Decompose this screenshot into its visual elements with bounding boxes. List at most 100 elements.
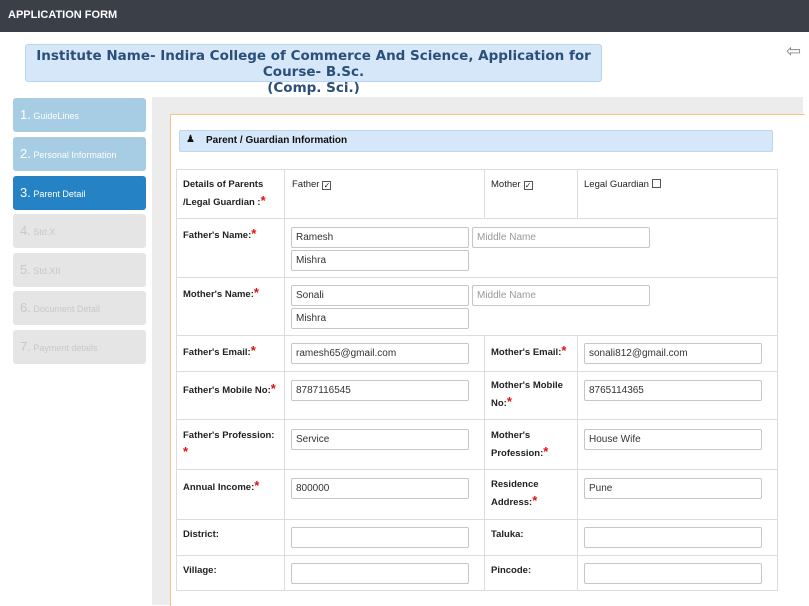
mother-profession-label-line-2: Profession: bbox=[491, 448, 544, 459]
father-name-label-text: Father's Name: bbox=[183, 230, 252, 241]
details-label-line-2: /Legal Guardian : bbox=[183, 197, 261, 208]
checkbox-checked-icon[interactable]: ✓ bbox=[523, 181, 533, 190]
required-mark: * bbox=[532, 493, 538, 508]
step-label: Std.XII bbox=[33, 266, 61, 276]
father-name-label: Father's Name:* bbox=[183, 226, 256, 244]
row-divider bbox=[176, 371, 778, 372]
required-mark: * bbox=[253, 285, 259, 300]
taluka-label: Taluka: bbox=[491, 529, 524, 540]
step-std-xii[interactable]: 5. Std.XII bbox=[13, 253, 146, 287]
row-divider bbox=[176, 519, 778, 520]
mother-mobile-input[interactable]: 8765114365 bbox=[584, 380, 762, 401]
district-label: District: bbox=[183, 529, 219, 540]
required-mark: * bbox=[260, 193, 266, 208]
father-checkbox[interactable]: Father ✓ bbox=[292, 179, 332, 190]
father-checkbox-label: Father bbox=[292, 179, 320, 190]
step-number: 6. bbox=[20, 300, 31, 315]
mother-first-name-input[interactable]: Sonali bbox=[291, 285, 469, 306]
mother-middle-name-input[interactable]: Middle Name bbox=[472, 285, 650, 306]
residence-address-label: Residence Address:* bbox=[491, 477, 539, 511]
step-label: Std.X bbox=[33, 227, 56, 237]
section-header: ♟ Parent / Guardian Information bbox=[179, 130, 773, 152]
app-header: APPLICATION FORM bbox=[0, 0, 809, 32]
mother-name-label-text: Mother's Name: bbox=[183, 289, 254, 300]
father-mobile-label-text: Father's Mobile No: bbox=[183, 385, 271, 396]
step-number: 3. bbox=[20, 185, 31, 200]
person-icon: ♟ bbox=[186, 134, 195, 145]
step-label: Parent Detail bbox=[33, 189, 86, 199]
step-number: 2. bbox=[20, 146, 31, 161]
checkbox-checked-icon[interactable]: ✓ bbox=[322, 181, 332, 190]
father-email-label: Father's Email:* bbox=[183, 343, 256, 361]
row-divider bbox=[176, 469, 778, 470]
required-mark: * bbox=[251, 226, 257, 241]
column-divider bbox=[284, 169, 285, 591]
pincode-label: Pincode: bbox=[491, 565, 532, 576]
banner-line-2: (Comp. Sci.) bbox=[267, 80, 360, 96]
taluka-input[interactable] bbox=[584, 527, 762, 548]
required-mark: * bbox=[543, 444, 549, 459]
father-middle-name-input[interactable]: Middle Name bbox=[472, 227, 650, 248]
row-divider bbox=[176, 277, 778, 278]
residence-address-input[interactable]: Pune bbox=[584, 478, 762, 499]
step-number: 7. bbox=[20, 339, 31, 354]
required-mark: * bbox=[254, 478, 260, 493]
annual-income-label-text: Annual Income: bbox=[183, 482, 255, 493]
step-number: 1. bbox=[20, 107, 31, 122]
mother-checkbox[interactable]: Mother ✓ bbox=[491, 179, 533, 190]
mother-mobile-label-line-1: Mother's Mobile bbox=[491, 380, 563, 391]
column-divider bbox=[577, 169, 578, 219]
step-number: 4. bbox=[20, 223, 31, 238]
district-input[interactable] bbox=[291, 527, 469, 548]
step-personal-information[interactable]: 2. Personal Information bbox=[13, 137, 146, 171]
required-mark: * bbox=[561, 343, 567, 358]
column-divider bbox=[484, 169, 485, 219]
step-payment-details[interactable]: 7. Payment details bbox=[13, 330, 146, 364]
father-email-input[interactable]: ramesh65@gmail.com bbox=[291, 343, 469, 364]
back-arrow-icon[interactable]: ⇦ bbox=[786, 41, 801, 62]
mother-last-name-input[interactable]: Mishra bbox=[291, 308, 469, 329]
banner-line-1: Institute Name- Indira College of Commer… bbox=[36, 48, 591, 80]
step-label: Payment details bbox=[33, 343, 98, 353]
row-divider bbox=[176, 218, 778, 219]
section-title: Parent / Guardian Information bbox=[206, 135, 348, 146]
row-divider bbox=[176, 555, 778, 556]
mother-profession-label-line-1: Mother's bbox=[491, 430, 531, 441]
village-input[interactable] bbox=[291, 563, 469, 584]
father-email-label-text: Father's Email: bbox=[183, 347, 251, 358]
mother-mobile-label-line-2: No: bbox=[491, 398, 507, 409]
row-divider bbox=[176, 419, 778, 420]
residence-label-line-1: Residence bbox=[491, 479, 539, 490]
residence-label-line-2: Address: bbox=[491, 497, 533, 508]
step-std-x[interactable]: 4. Std.X bbox=[13, 214, 146, 248]
father-mobile-input[interactable]: 8787116545 bbox=[291, 380, 469, 401]
step-label: GuideLines bbox=[33, 111, 79, 121]
required-mark: * bbox=[183, 444, 189, 459]
mother-email-label-text: Mother's Email: bbox=[491, 347, 562, 358]
father-profession-input[interactable]: Service bbox=[291, 429, 469, 450]
step-document-detail[interactable]: 6. Document Detail bbox=[13, 291, 146, 325]
guardian-checkbox[interactable]: Legal Guardian bbox=[584, 179, 661, 190]
checkbox-empty-icon[interactable] bbox=[651, 179, 661, 188]
required-mark: * bbox=[270, 381, 276, 396]
details-label: Details of Parents /Legal Guardian :* bbox=[183, 177, 266, 211]
annual-income-input[interactable]: 800000 bbox=[291, 478, 469, 499]
row-divider bbox=[176, 335, 778, 336]
guardian-checkbox-label: Legal Guardian bbox=[584, 179, 649, 190]
father-mobile-label: Father's Mobile No:* bbox=[183, 381, 276, 399]
pincode-input[interactable] bbox=[584, 563, 762, 584]
step-number: 5. bbox=[20, 262, 31, 277]
step-guidelines[interactable]: 1. GuideLines bbox=[13, 98, 146, 132]
father-profession-label: Father's Profession: * bbox=[183, 428, 274, 462]
mother-profession-input[interactable]: House Wife bbox=[584, 429, 762, 450]
mother-profession-label: Mother's Profession:* bbox=[491, 428, 548, 462]
required-mark: * bbox=[506, 394, 512, 409]
father-first-name-input[interactable]: Ramesh bbox=[291, 227, 469, 248]
institute-banner: Institute Name- Indira College of Commer… bbox=[25, 44, 602, 96]
mother-email-input[interactable]: sonali812@gmail.com bbox=[584, 343, 762, 364]
step-parent-detail[interactable]: 3. Parent Detail bbox=[13, 176, 146, 210]
father-last-name-input[interactable]: Mishra bbox=[291, 250, 469, 271]
step-label: Document Detail bbox=[33, 304, 100, 314]
mother-name-label: Mother's Name:* bbox=[183, 285, 259, 303]
village-label: Village: bbox=[183, 565, 217, 576]
